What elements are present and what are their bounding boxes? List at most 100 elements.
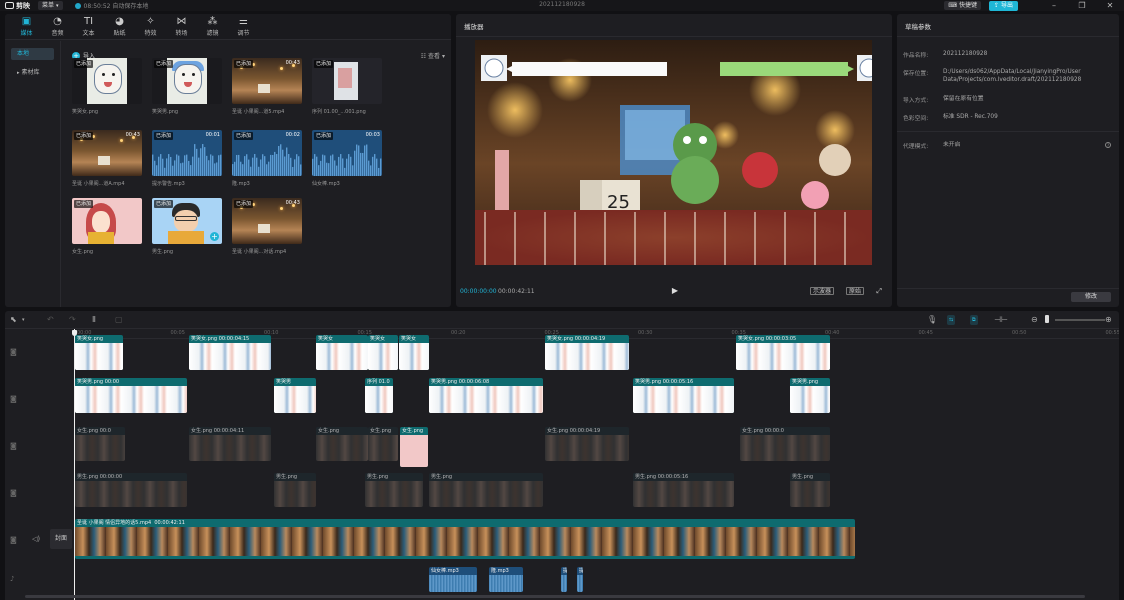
cover-button[interactable]: 封面 [50, 529, 72, 549]
ratio-button[interactable]: 原始 [846, 287, 865, 295]
zoom-out-icon[interactable]: ⊖ [1031, 315, 1038, 325]
add-to-timeline-icon[interactable]: + [210, 232, 219, 241]
audio-track-icon[interactable]: ♪ [10, 575, 14, 583]
video-preview[interactable]: 25 [475, 40, 872, 265]
timeline-clip[interactable]: 笑哭女.png [75, 335, 123, 370]
track-eye-icon[interactable]: ◙ [10, 536, 17, 544]
zoom-slider-track[interactable] [1055, 319, 1105, 321]
tab-effects[interactable]: ✧ 特效 [135, 14, 166, 40]
timeline-clip[interactable]: 笑哭男 [274, 378, 316, 413]
timeline-clip[interactable]: 笑哭男.png [790, 378, 830, 413]
tab-media[interactable]: ▣ 媒体 [11, 14, 42, 40]
timeline-clip[interactable]: 笑哭女 [316, 335, 368, 370]
timeline-clip[interactable]: 笑哭男.png 00:00:06:08 [429, 378, 543, 413]
track-eye-icon[interactable]: ◙ [10, 442, 17, 450]
tab-adjust[interactable]: ⚌ 调节 [228, 14, 259, 40]
link-main-track-toggle[interactable]: ⇆ [947, 315, 956, 325]
track-eye-icon[interactable]: ◙ [10, 348, 17, 356]
select-cursor-icon[interactable]: ⬉ [10, 315, 17, 325]
media-thumbnail[interactable]: 已添加 00:43 [232, 58, 302, 104]
shortcut-button[interactable]: ⌨ 快捷键 [944, 1, 981, 10]
media-thumbnail[interactable]: 已添加 00:03 [312, 130, 382, 176]
duration-label: 00:43 [125, 132, 140, 138]
track-eye-icon[interactable]: ◙ [10, 395, 17, 403]
media-filename: 男生.png [152, 249, 174, 255]
playhead-handle[interactable] [72, 330, 77, 336]
sidebar-item-local[interactable]: 本地 [11, 48, 54, 60]
tab-filter[interactable]: ⁂ 滤镜 [197, 14, 228, 40]
media-thumbnail[interactable]: 已添加 [72, 198, 142, 244]
timeline-clip[interactable]: 女生.png [368, 427, 398, 461]
media-thumbnail[interactable]: 已添加 00:43 [232, 198, 302, 244]
timeline-clip[interactable]: 女生.png [316, 427, 368, 461]
added-badge: 已添加 [314, 60, 334, 68]
timeline-clip[interactable]: 女生.png [400, 427, 428, 467]
mute-icon[interactable]: ◁) [32, 535, 40, 543]
zoom-in-icon[interactable]: ⊕ [1105, 315, 1112, 325]
timeline-clip[interactable]: 序列 01.0 [365, 378, 393, 413]
delete-icon[interactable]: ▢ [115, 315, 123, 325]
media-thumbnail[interactable]: 已添加 00:43 [72, 130, 142, 176]
timeline-clip[interactable]: 女生.png 00:0 [75, 427, 125, 461]
timeline-clip[interactable]: 笑哭男.png 00:00 [75, 378, 187, 413]
snap-icon[interactable]: ⊣⊢ [994, 315, 1008, 325]
play-icon[interactable]: ▶ [670, 286, 680, 296]
audio-clip[interactable]: 提 [577, 567, 583, 592]
preview-axis-toggle[interactable]: ⧉ [970, 315, 978, 325]
timeline-clip[interactable]: 女生.png 00:00:04:11 [189, 427, 271, 461]
tab-sticker[interactable]: ◕ 贴纸 [104, 14, 135, 40]
timeline-clip[interactable]: 笑哭女 [399, 335, 429, 370]
sticker-icon: ◕ [115, 16, 124, 27]
menu-button[interactable]: 菜单 ▾ [38, 1, 63, 10]
close-icon[interactable]: ✕ [1096, 1, 1124, 10]
timeline-clip[interactable]: 男生.png [365, 473, 423, 507]
sidebar-item-library[interactable]: ▸ 素材库 [11, 67, 54, 79]
media-thumbnail[interactable]: 已添加 [72, 58, 142, 104]
media-thumbnail[interactable]: + 已添加 [152, 198, 222, 244]
timeline-clip[interactable]: 女生.png 00:00:0 [740, 427, 830, 461]
microphone-icon[interactable]: 🎙 [927, 315, 937, 325]
timeline-clip[interactable]: 笑哭男.png 00:00:05:16 [633, 378, 734, 413]
audio-clip[interactable]: 提 [561, 567, 567, 592]
scope-button[interactable]: 示波器 [810, 287, 835, 295]
media-thumbnail[interactable]: 已添加 00:01 [152, 130, 222, 176]
media-thumbnail[interactable]: 已添加 00:02 [232, 130, 302, 176]
tab-audio[interactable]: ◔ 音频 [42, 14, 73, 40]
redo-icon[interactable]: ↷ [69, 315, 76, 325]
tab-transition[interactable]: ⋈ 转场 [166, 14, 197, 40]
timeline-clip[interactable]: 男生.png 00:00:05:16 [633, 473, 734, 507]
timeline-clip[interactable]: 男生.png [790, 473, 830, 507]
minimize-icon[interactable]: – [1040, 1, 1068, 10]
timeline-clip[interactable]: 男生.png 00:00:00 [75, 473, 187, 507]
clip-frames [633, 481, 734, 507]
modify-button[interactable]: 修改 [1071, 292, 1111, 302]
split-icon[interactable]: Ⅱ [92, 315, 96, 325]
export-button[interactable]: ⇪ 导出 [988, 0, 1018, 11]
maximize-icon[interactable]: ❐ [1068, 1, 1096, 10]
clip-label: 女生.png 00:0 [77, 428, 111, 434]
track-eye-icon[interactable]: ◙ [10, 489, 17, 497]
app-logo: 剪映 [5, 1, 30, 11]
horizontal-scrollbar[interactable] [25, 595, 1085, 598]
main-video-clip[interactable]: 圣诞 小果阁 情侣异地的话5.mp4 00:00:42:11 [75, 519, 855, 559]
draft-key: 作品名称: [903, 53, 929, 59]
timeline-clip[interactable]: 女生.png 00:00:04:19 [545, 427, 629, 461]
tab-text[interactable]: TI 文本 [73, 14, 104, 40]
info-icon[interactable]: ? [1105, 142, 1111, 148]
fullscreen-icon[interactable]: ⤢ [876, 287, 882, 296]
timeline-clip[interactable]: 笑哭女 [368, 335, 398, 370]
undo-icon[interactable]: ↶ [47, 315, 54, 325]
view-sort-button[interactable]: ☷ 查看 ▾ [421, 51, 445, 60]
chevron-down-icon[interactable]: ▾ [22, 315, 25, 325]
timeline-clip[interactable]: 男生.png [274, 473, 316, 507]
timeline-clip[interactable]: 笑哭女.png 00:00:04:15 [189, 335, 271, 370]
timeline-clip[interactable]: 笑哭女.png 00:00:04:19 [545, 335, 629, 370]
timeline-clip[interactable]: 笑哭女.png 00:00:03:05 [736, 335, 830, 370]
timeline-clip[interactable]: 男生.png [429, 473, 543, 507]
playhead[interactable] [74, 329, 75, 600]
media-thumbnail[interactable]: 已添加 [312, 58, 382, 104]
audio-clip[interactable]: 隆.mp3 [489, 567, 523, 592]
audio-clip[interactable]: 仙女棒.mp3 [429, 567, 477, 592]
media-thumbnail[interactable]: 已添加 [152, 58, 222, 104]
zoom-slider-handle[interactable] [1045, 315, 1049, 323]
